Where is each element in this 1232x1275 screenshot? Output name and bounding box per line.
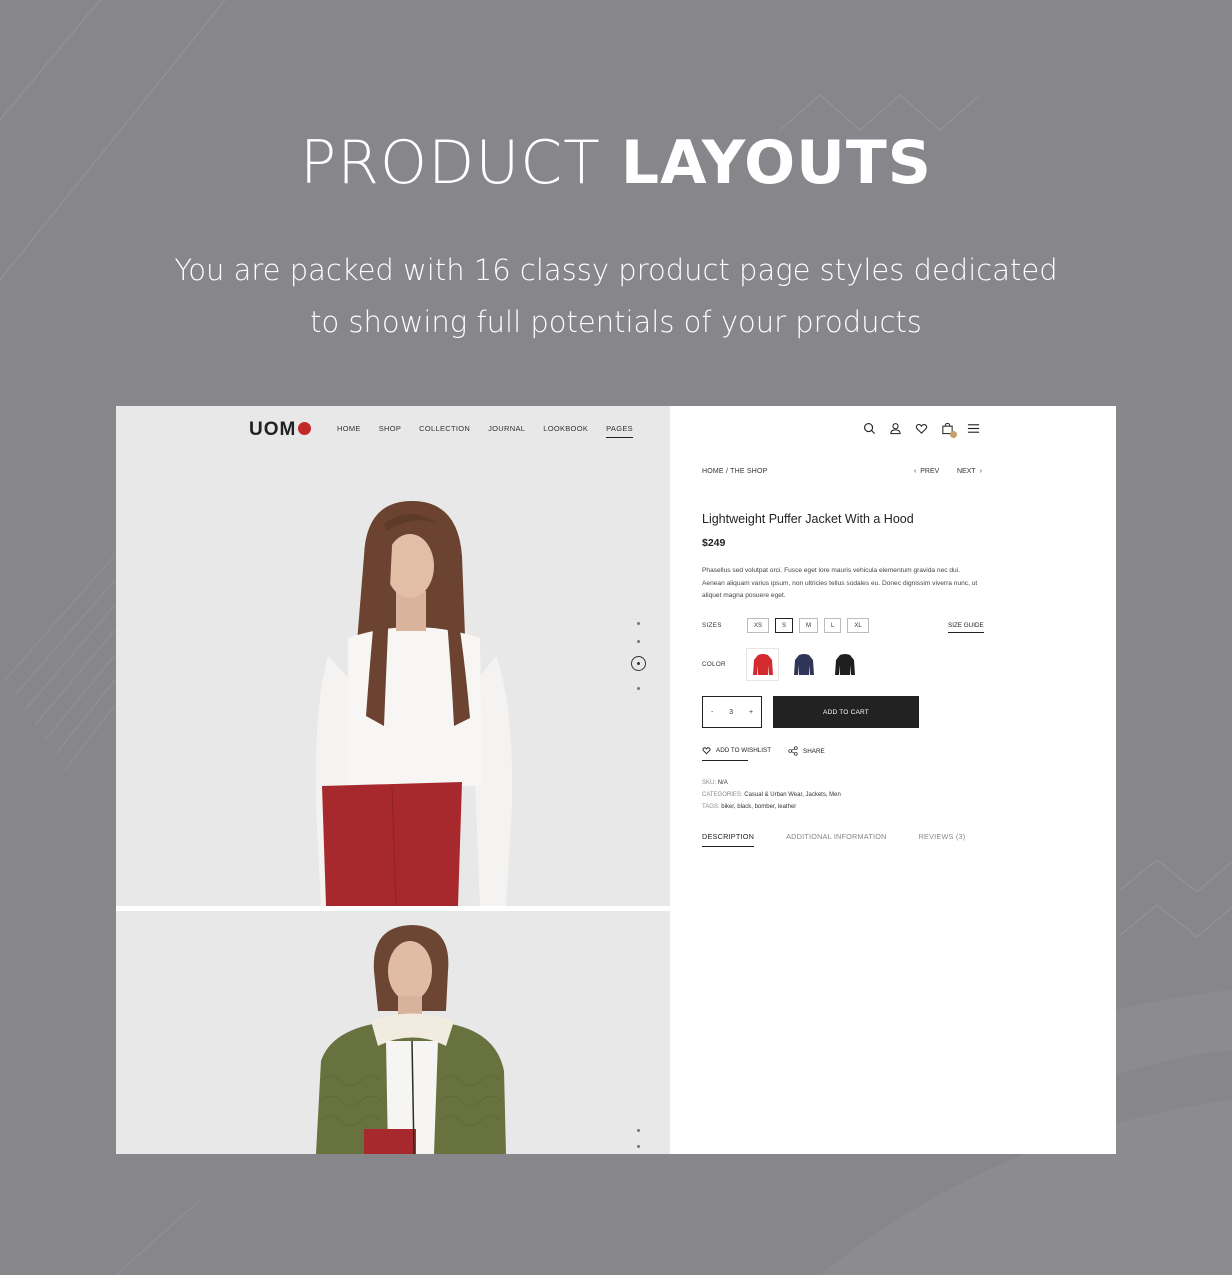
- product-page-mockup: UOM HOME SHOP COLLECTION JOURNAL LOOKBOO…: [116, 406, 1116, 1154]
- categories-row: CATEGORIES: Casual & Urban Wear, Jackets…: [702, 792, 841, 798]
- size-option-m[interactable]: M: [799, 618, 819, 633]
- cart-count-badge: [950, 431, 957, 438]
- model-photo-white-top: [116, 406, 670, 906]
- chevron-right-icon: ›: [979, 468, 982, 475]
- cart-icon[interactable]: [941, 422, 957, 438]
- qty-input[interactable]: 3: [729, 709, 733, 716]
- next-link[interactable]: NEXT ›: [957, 468, 982, 475]
- gallery-dot[interactable]: [637, 622, 640, 625]
- size-option-l[interactable]: L: [824, 618, 842, 633]
- share-label: SHARE: [803, 747, 825, 755]
- size-guide-link[interactable]: SIZE GUIDE: [948, 622, 984, 633]
- nav-pages[interactable]: PAGES: [606, 424, 633, 438]
- jacket-navy-icon: [793, 653, 814, 675]
- breadcrumb[interactable]: HOME / THE SHOP: [702, 468, 768, 475]
- hero-title: PRODUCT LAYOUTS: [0, 128, 1232, 198]
- product-price: $249: [702, 537, 726, 549]
- color-swatch-red[interactable]: [746, 648, 779, 681]
- share-link[interactable]: SHARE: [788, 746, 825, 756]
- tab-reviews[interactable]: REVIEWS (3): [919, 832, 966, 841]
- nav-home[interactable]: HOME: [337, 424, 361, 433]
- qty-decrease-button[interactable]: -: [711, 709, 713, 716]
- color-swatch-navy[interactable]: [787, 648, 820, 681]
- logo-dot-icon: [298, 422, 312, 435]
- size-options: XS S M L XL: [747, 618, 869, 633]
- share-icon: [788, 746, 798, 756]
- sku-row: SKU: N/A: [702, 780, 728, 786]
- product-description: Phasellus sed volutpat orci. Fusce eget …: [702, 567, 978, 599]
- user-icon[interactable]: [889, 422, 902, 435]
- product-image-secondary[interactable]: [116, 911, 670, 1154]
- categories-label: CATEGORIES:: [702, 792, 743, 798]
- size-option-xs[interactable]: XS: [747, 618, 770, 633]
- gallery-dot[interactable]: [637, 1129, 640, 1132]
- size-option-s[interactable]: S: [775, 618, 794, 633]
- size-option-xl[interactable]: XL: [847, 618, 869, 633]
- prev-link[interactable]: ‹ PREV: [914, 468, 939, 475]
- search-icon[interactable]: [863, 422, 876, 435]
- categories-value[interactable]: Casual & Urban Wear, Jackets, Men: [744, 792, 841, 798]
- tags-row: TAGS: biker, black, bomber, leather: [702, 804, 796, 810]
- gallery-dot-active[interactable]: [631, 656, 646, 671]
- jacket-black-icon: [834, 653, 855, 675]
- menu-icon[interactable]: [967, 422, 980, 435]
- sizes-label: SIZES: [702, 622, 722, 629]
- hero-subtitle-line: to showing full potentials of your produ…: [310, 305, 922, 339]
- hero-title-light: PRODUCT: [300, 128, 601, 198]
- product-details: HOME / THE SHOP ‹ PREV NEXT › Lightweigh…: [670, 406, 1116, 1154]
- product-image-main[interactable]: UOM HOME SHOP COLLECTION JOURNAL LOOKBOO…: [116, 406, 670, 906]
- color-options: [746, 648, 861, 681]
- logo-text: UOM: [249, 419, 297, 440]
- tab-additional-information[interactable]: ADDITIONAL INFORMATION: [786, 832, 886, 841]
- add-to-cart-button[interactable]: ADD TO CART: [773, 696, 919, 728]
- gallery-dot[interactable]: [637, 640, 640, 643]
- tags-label: TAGS:: [702, 804, 720, 810]
- product-title: Lightweight Puffer Jacket With a Hood: [702, 512, 914, 526]
- gallery-dot[interactable]: [637, 1145, 640, 1148]
- tags-value[interactable]: biker, black, bomber, leather: [721, 804, 796, 810]
- nav-collection[interactable]: COLLECTION: [419, 424, 470, 433]
- next-label: NEXT: [957, 468, 976, 475]
- heart-icon: [702, 747, 711, 755]
- tab-description[interactable]: DESCRIPTION: [702, 832, 755, 847]
- header-icons: [863, 422, 980, 438]
- nav-journal[interactable]: JOURNAL: [488, 424, 525, 433]
- gallery-dot[interactable]: [637, 687, 640, 690]
- heart-icon[interactable]: [915, 422, 928, 435]
- color-label: COLOR: [702, 661, 726, 668]
- color-swatch-black[interactable]: [828, 648, 861, 681]
- store-logo[interactable]: UOM: [249, 419, 312, 441]
- qty-increase-button[interactable]: +: [749, 709, 753, 716]
- nav-lookbook[interactable]: LOOKBOOK: [543, 424, 588, 433]
- jacket-red-icon: [752, 653, 773, 675]
- quantity-stepper: - 3 +: [702, 696, 762, 728]
- product-tabs: DESCRIPTION ADDITIONAL INFORMATION REVIE…: [702, 832, 966, 847]
- product-gallery: UOM HOME SHOP COLLECTION JOURNAL LOOKBOO…: [116, 406, 670, 1154]
- sku-label: SKU:: [702, 780, 717, 786]
- add-to-wishlist-link[interactable]: ADD TO WISHLIST: [702, 746, 772, 761]
- hero-subtitle: You are packed with 16 classy product pa…: [0, 244, 1232, 348]
- store-header: UOM HOME SHOP COLLECTION JOURNAL LOOKBOO…: [116, 406, 670, 452]
- prev-label: PREV: [920, 468, 940, 475]
- sku-value: N/A: [717, 780, 728, 786]
- hero-title-bold: LAYOUTS: [620, 128, 932, 198]
- chevron-left-icon: ‹: [914, 468, 917, 475]
- nav-shop[interactable]: SHOP: [379, 424, 401, 433]
- hero-subtitle-line: You are packed with 16 classy product pa…: [174, 253, 1058, 287]
- model-photo-green-jacket: [116, 911, 670, 1154]
- wishlist-label: ADD TO WISHLIST: [716, 747, 772, 754]
- main-nav: HOME SHOP COLLECTION JOURNAL LOOKBOOK PA…: [337, 424, 633, 438]
